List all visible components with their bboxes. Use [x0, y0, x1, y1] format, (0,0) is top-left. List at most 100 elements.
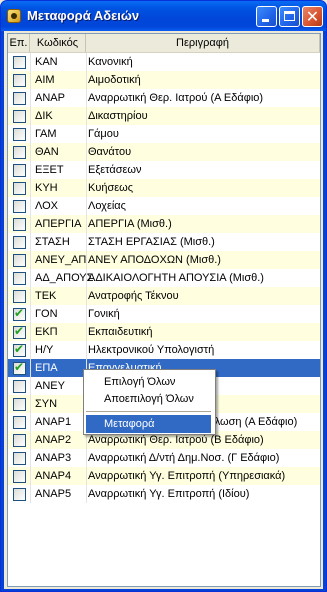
row-description: Ανατροφής Τέκνου	[88, 290, 179, 302]
row-code: ΚΥΗ	[35, 182, 58, 194]
row-checkbox[interactable]	[13, 146, 26, 159]
table-row[interactable]: ΓΟΝ Γονική	[8, 305, 320, 323]
row-code: ΓΟΝ	[35, 308, 58, 320]
row-checkbox[interactable]	[13, 110, 26, 123]
row-description: Γονική	[88, 308, 120, 320]
table-row[interactable]: ΚΑΝ Κανονική	[8, 53, 320, 71]
row-code: ΑΝΑΡ5	[35, 488, 72, 500]
row-description: ΑΠΕΡΓΙΑ (Μισθ.)	[88, 218, 172, 230]
row-description: Γάμου	[88, 128, 119, 140]
column-header-code[interactable]: Κωδικός	[30, 34, 86, 52]
row-code: ΓΑΜ	[35, 128, 57, 140]
row-checkbox[interactable]	[13, 416, 26, 429]
row-description: Αναρρωτική Θερ. Ιατρού (Α Εδάφιο)	[88, 92, 264, 104]
menu-separator	[86, 411, 211, 412]
row-description: Εκπαιδευτική	[88, 326, 153, 338]
table-row[interactable]: ΑΝΑΡ4 Αναρρωτική Υγ. Επιτροπή (Υπηρεσιακά…	[8, 467, 320, 485]
table-row[interactable]: ΑΝΕΥ_ΑΠ ΑΝΕΥ ΑΠΟΔΟΧΩΝ (Μισθ.)	[8, 251, 320, 269]
cell-divider	[30, 395, 31, 413]
row-description: Ηλεκτρονικού Υπολογιστή	[88, 344, 215, 356]
row-code: ΚΑΝ	[35, 56, 58, 68]
row-checkbox[interactable]	[13, 342, 26, 357]
cell-divider	[30, 269, 31, 287]
row-checkbox[interactable]	[13, 164, 26, 177]
table-row[interactable]: ΑΔ_ΑΠΟΥΣ ΑΔΙΚΑΙΟΛΟΓΗΤΗ ΑΠΟΥΣΙΑ (Μισθ.)	[8, 269, 320, 287]
row-checkbox[interactable]	[13, 398, 26, 411]
row-checkbox[interactable]	[13, 434, 26, 447]
maximize-button[interactable]	[279, 6, 300, 27]
context-menu: Επιλογή Όλων Αποεπιλογή Όλων Μεταφορά	[83, 369, 216, 435]
menu-item-deselect-all[interactable]: Αποεπιλογή Όλων	[86, 390, 211, 408]
table-row[interactable]: ΕΞΕΤ Εξετάσεων	[8, 161, 320, 179]
cell-divider	[30, 485, 31, 503]
row-code: ΑΝΕΥ	[35, 380, 65, 392]
row-code: ΑΝΑΡ4	[35, 470, 72, 482]
row-checkbox[interactable]	[13, 92, 26, 105]
row-checkbox[interactable]	[13, 380, 26, 393]
cell-divider	[86, 269, 87, 287]
table-row[interactable]: ΑΝΑΡ5 Αναρρωτική Υγ. Επιτροπή (Ιδίου)	[8, 485, 320, 503]
cell-divider	[30, 251, 31, 269]
row-description: Αιμοδοτική	[88, 74, 141, 86]
table-row[interactable]: ΓΑΜ Γάμου	[8, 125, 320, 143]
row-checkbox[interactable]	[13, 254, 26, 267]
app-icon[interactable]	[7, 9, 21, 23]
table-row[interactable]: ΑΙΜ Αιμοδοτική	[8, 71, 320, 89]
table-row[interactable]: ΤΕΚ Ανατροφής Τέκνου	[8, 287, 320, 305]
cell-divider	[30, 287, 31, 305]
menu-item-select-all[interactable]: Επιλογή Όλων	[86, 373, 211, 391]
menu-item-transfer[interactable]: Μεταφορά	[86, 415, 211, 433]
cell-divider	[30, 53, 31, 71]
cell-divider	[86, 485, 87, 503]
table-row[interactable]: ΣΤΑΣΗ ΣΤΑΣΗ ΕΡΓΑΣΙΑΣ (Μισθ.)	[8, 233, 320, 251]
row-description: Κυήσεως	[88, 182, 134, 194]
row-checkbox[interactable]	[13, 56, 26, 69]
table-row[interactable]: ΛΟΧ Λοχείας	[8, 197, 320, 215]
cell-divider	[30, 89, 31, 107]
cell-divider	[86, 179, 87, 197]
row-checkbox[interactable]	[13, 182, 26, 195]
row-checkbox[interactable]	[13, 324, 26, 339]
row-checkbox[interactable]	[13, 74, 26, 87]
cell-divider	[86, 287, 87, 305]
cell-divider	[30, 323, 31, 341]
table-row[interactable]: ΚΥΗ Κυήσεως	[8, 179, 320, 197]
row-code: ΘΑΝ	[35, 146, 59, 158]
row-checkbox[interactable]	[13, 272, 26, 285]
table-row[interactable]: ΔΙΚ Δικαστηρίου	[8, 107, 320, 125]
row-checkbox[interactable]	[13, 488, 26, 501]
table-row[interactable]: ΑΠΕΡΓΙΑ ΑΠΕΡΓΙΑ (Μισθ.)	[8, 215, 320, 233]
cell-divider	[86, 125, 87, 143]
row-checkbox[interactable]	[13, 306, 26, 321]
row-checkbox[interactable]	[13, 360, 26, 375]
cell-divider	[30, 143, 31, 161]
row-description: ΑΝΕΥ ΑΠΟΔΟΧΩΝ (Μισθ.)	[88, 254, 221, 266]
table-row[interactable]: Η/Υ Ηλεκτρονικού Υπολογιστή	[8, 341, 320, 359]
leave-grid[interactable]: Επ. Κωδικός Περιγραφή ΚΑΝ Κανονική ΑΙΜ Αιμο…	[7, 33, 321, 587]
row-code: ΕΚΠ	[35, 326, 58, 338]
column-header-description[interactable]: Περιγραφή	[86, 34, 320, 52]
row-checkbox[interactable]	[13, 128, 26, 141]
cell-divider	[30, 305, 31, 323]
row-checkbox[interactable]	[13, 236, 26, 249]
row-checkbox[interactable]	[13, 218, 26, 231]
row-code: ΑΝΕΥ_ΑΠ	[35, 254, 87, 266]
minimize-button[interactable]	[256, 6, 277, 27]
row-checkbox[interactable]	[13, 452, 26, 465]
row-checkbox[interactable]	[13, 200, 26, 213]
close-icon: ✕	[305, 7, 320, 26]
table-row[interactable]: ΑΝΑΡ3 Αναρρωτική Δ/ντή Δημ.Νοσ. (Γ Εδάφιο…	[8, 449, 320, 467]
row-code: ΣΤΑΣΗ	[35, 236, 70, 248]
column-header-ep[interactable]: Επ.	[8, 34, 30, 52]
table-row[interactable]: ΘΑΝ Θανάτου	[8, 143, 320, 161]
cell-divider	[86, 449, 87, 467]
close-button[interactable]: ✕	[302, 6, 323, 27]
title-bar[interactable]: Μεταφορά Αδειών ✕	[1, 1, 326, 31]
table-row[interactable]: ΕΚΠ Εκπαιδευτική	[8, 323, 320, 341]
grid-header: Επ. Κωδικός Περιγραφή	[8, 34, 320, 53]
row-description: Αναρρωτική Δ/ντή Δημ.Νοσ. (Γ Εδάφιο)	[88, 452, 280, 464]
row-description: Δικαστηρίου	[88, 110, 148, 122]
row-checkbox[interactable]	[13, 290, 26, 303]
table-row[interactable]: ΑΝΑΡ Αναρρωτική Θερ. Ιατρού (Α Εδάφιο)	[8, 89, 320, 107]
row-checkbox[interactable]	[13, 470, 26, 483]
